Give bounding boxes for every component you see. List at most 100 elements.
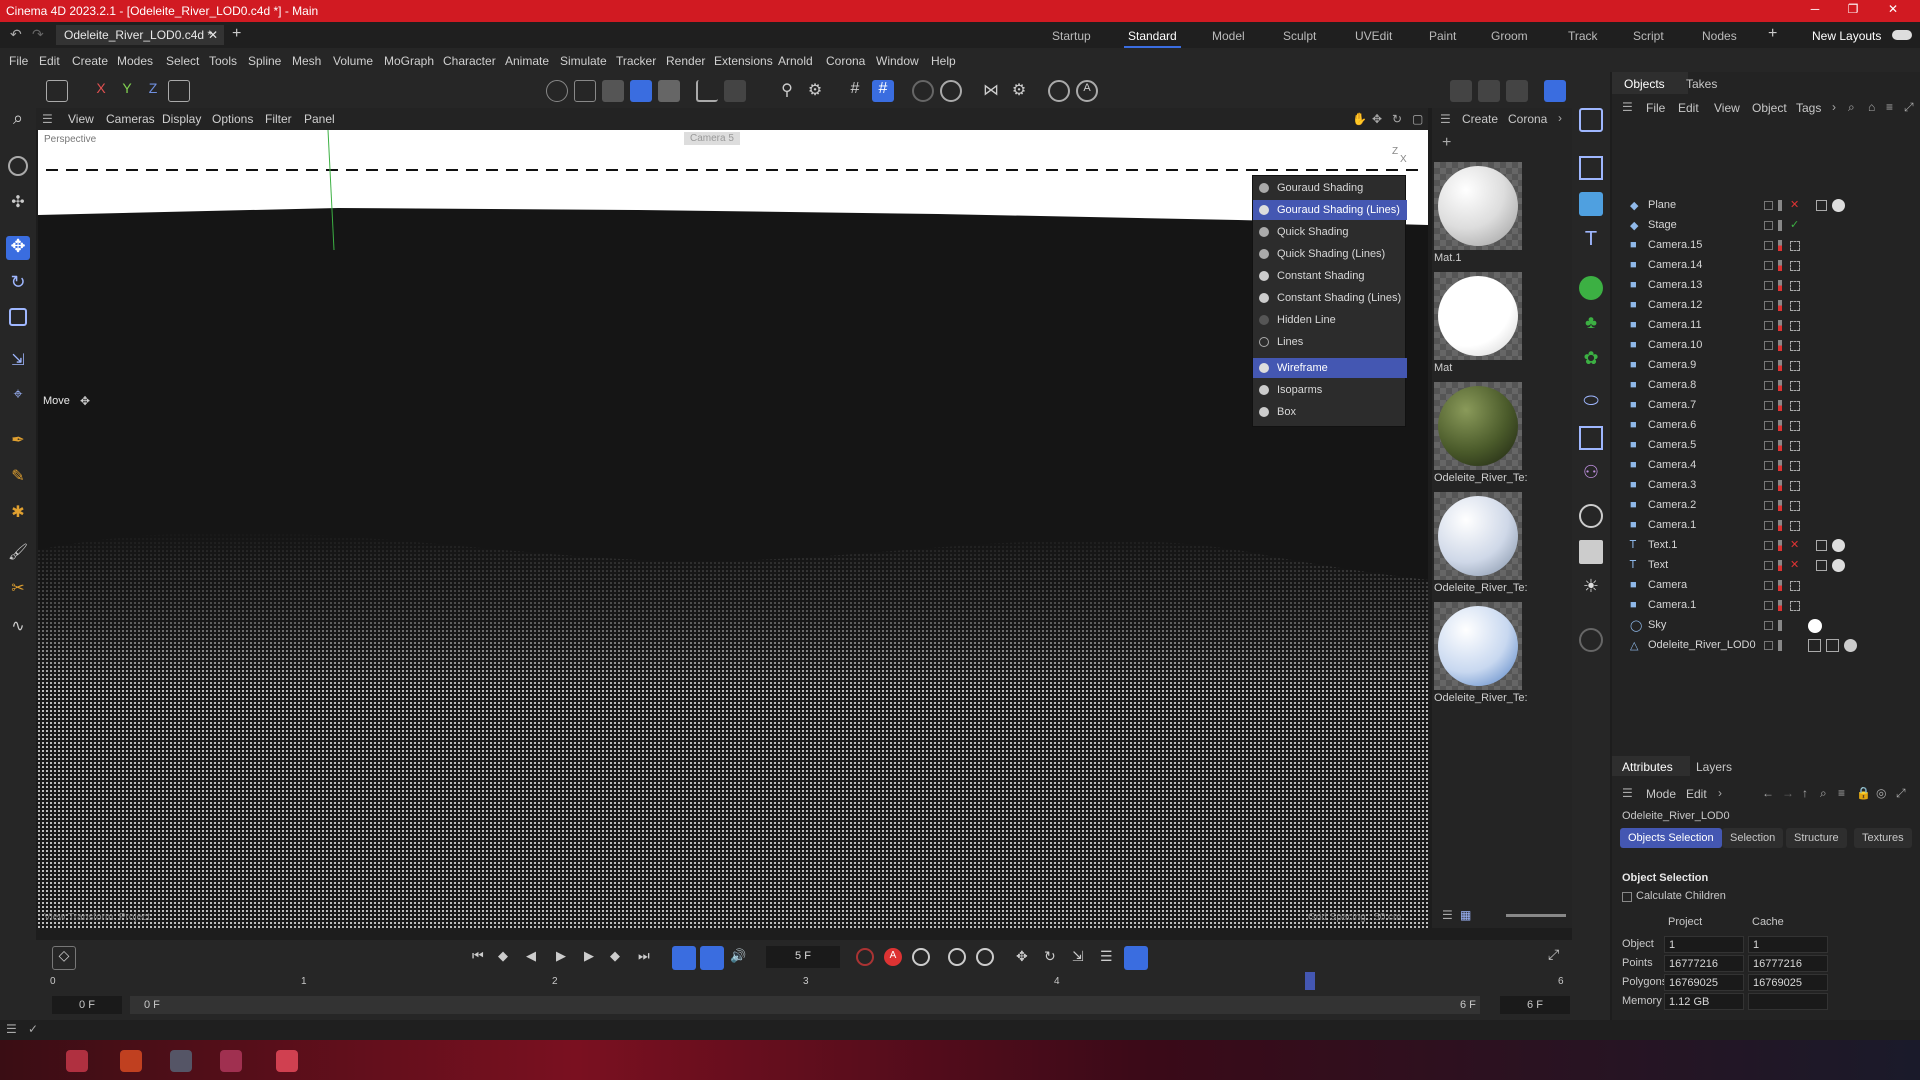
add-material-icon[interactable]: +: [1442, 134, 1451, 152]
visibility-dots-icon[interactable]: [1778, 400, 1782, 411]
menu-render[interactable]: Render: [666, 54, 705, 68]
visibility-dots-icon[interactable]: [1778, 620, 1782, 631]
object-row[interactable]: ■ Camera.6: [1612, 416, 1920, 436]
move-view-icon[interactable]: ✥: [1372, 112, 1382, 126]
object-row[interactable]: ■ Camera.4: [1612, 456, 1920, 476]
current-frame-field[interactable]: 5 F: [766, 946, 840, 968]
edit-visibility-icon[interactable]: [1764, 341, 1773, 350]
camera-target-tag-icon[interactable]: [1790, 501, 1800, 511]
uvw-tag-icon[interactable]: [1808, 639, 1821, 652]
arnold-icon[interactable]: [1048, 80, 1070, 102]
object-row[interactable]: ■ Camera.14: [1612, 256, 1920, 276]
param-key-icon[interactable]: ☰: [1100, 948, 1113, 965]
objects-filter-icon[interactable]: ≡: [1886, 100, 1893, 114]
phong-tag-icon[interactable]: [1826, 639, 1839, 652]
object-row[interactable]: ■ Camera.9: [1612, 356, 1920, 376]
snap-tool-icon[interactable]: ⌖: [6, 386, 30, 410]
viewport-menu-options[interactable]: Options: [212, 112, 253, 126]
attributes-expand-icon[interactable]: ⤢: [1896, 786, 1906, 801]
autokey-icon[interactable]: A: [884, 948, 902, 966]
timeline-ruler[interactable]: 0 1 2 3 4 5 6: [50, 972, 1564, 990]
modeling-settings-icon[interactable]: ⚙: [1008, 80, 1030, 102]
pen-disabled-icon[interactable]: [1579, 628, 1603, 652]
visibility-dots-icon[interactable]: [1778, 240, 1782, 251]
objects-menu-object[interactable]: Object: [1752, 101, 1787, 115]
object-row[interactable]: ◯ Sky: [1612, 616, 1920, 636]
interactive-render-icon[interactable]: [1544, 80, 1566, 102]
edit-visibility-icon[interactable]: [1764, 301, 1773, 310]
select-tool-icon[interactable]: ✣: [6, 192, 30, 216]
polygon-pen-icon[interactable]: ✱: [6, 502, 30, 526]
camera-target-tag-icon[interactable]: [1790, 521, 1800, 531]
add-layout-icon[interactable]: +: [1768, 25, 1777, 43]
edit-visibility-icon[interactable]: [1764, 521, 1773, 530]
goto-start-icon[interactable]: ⏮: [472, 948, 484, 964]
restore-icon[interactable]: ❐: [1838, 2, 1868, 20]
viewport-hamburger-icon[interactable]: ☰: [42, 112, 53, 126]
edit-visibility-icon[interactable]: [1764, 221, 1773, 230]
visibility-dots-icon[interactable]: [1778, 440, 1782, 451]
axis-x-lock[interactable]: X: [90, 80, 112, 102]
edit-visibility-icon[interactable]: [1764, 561, 1773, 570]
taskbar-app-icon[interactable]: [170, 1050, 192, 1072]
camera-target-tag-icon[interactable]: [1790, 461, 1800, 471]
subtab-structure[interactable]: Structure: [1786, 828, 1847, 848]
enabled-check-icon[interactable]: ✓: [1790, 218, 1799, 231]
brush-icon[interactable]: 🖌: [6, 542, 30, 566]
objects-menu-edit[interactable]: Edit: [1678, 101, 1699, 115]
menu-item-wireframe[interactable]: Wireframe: [1253, 358, 1407, 378]
edit-visibility-icon[interactable]: [1764, 421, 1773, 430]
move-tool-icon[interactable]: ✥: [6, 236, 30, 260]
edit-visibility-icon[interactable]: [1764, 381, 1773, 390]
edit-visibility-icon[interactable]: [1764, 321, 1773, 330]
layout-toggle[interactable]: [1892, 30, 1912, 40]
render-view-icon[interactable]: [1450, 80, 1472, 102]
material-mat[interactable]: Mat: [1434, 272, 1526, 374]
material-hamburger-icon[interactable]: ☰: [1440, 112, 1451, 126]
visibility-dots-icon[interactable]: [1778, 420, 1782, 431]
uv-mode-icon[interactable]: [658, 80, 680, 102]
objects-expand-icon[interactable]: ⤢: [1904, 100, 1914, 115]
play-icon[interactable]: ▶: [556, 948, 566, 964]
visibility-dots-icon[interactable]: [1778, 340, 1782, 351]
visibility-dots-icon[interactable]: [1778, 380, 1782, 391]
material-river-texture-2[interactable]: Odeleite_River_Te:: [1434, 492, 1528, 594]
keyframe-selection-icon[interactable]: [912, 948, 930, 966]
field-icon[interactable]: ⬭: [1579, 390, 1603, 414]
keyframe-icon[interactable]: ◇: [52, 946, 76, 970]
environment-icon[interactable]: [1579, 504, 1603, 528]
coordinate-system-icon[interactable]: [168, 80, 190, 102]
object-row[interactable]: ■ Camera.8: [1612, 376, 1920, 396]
polygons-mode-icon[interactable]: [602, 80, 624, 102]
active-camera-badge[interactable]: Camera 5: [684, 132, 740, 145]
minimize-icon[interactable]: ─: [1800, 2, 1830, 20]
viewport-menu-cameras[interactable]: Cameras: [106, 112, 155, 126]
object-row[interactable]: △ Odeleite_River_LOD0: [1612, 636, 1920, 656]
menu-item-gouraud-shading-lines[interactable]: Gouraud Shading (Lines): [1253, 200, 1407, 220]
menu-corona[interactable]: Corona: [826, 54, 865, 68]
calculate-children-checkbox[interactable]: [1622, 892, 1632, 902]
camera-target-tag-icon[interactable]: [1790, 401, 1800, 411]
end-frame-field[interactable]: 6 F: [1500, 996, 1570, 1014]
visibility-dots-icon[interactable]: [1778, 320, 1782, 331]
taskbar-app-icon[interactable]: [120, 1050, 142, 1072]
mograph-icon[interactable]: ♣: [1579, 312, 1603, 336]
volume-icon[interactable]: [1579, 426, 1603, 450]
camera-target-tag-icon[interactable]: [1790, 341, 1800, 351]
menu-tools[interactable]: Tools: [209, 54, 237, 68]
material-mat1[interactable]: Mat.1: [1434, 162, 1526, 264]
objects-menu-file[interactable]: File: [1646, 101, 1665, 115]
menu-arnold[interactable]: Arnold: [778, 54, 813, 68]
visibility-dots-icon[interactable]: [1778, 560, 1782, 571]
camera-target-tag-icon[interactable]: [1790, 581, 1800, 591]
material-menu-create[interactable]: Create: [1462, 112, 1498, 126]
menu-help[interactable]: Help: [931, 54, 956, 68]
menu-file[interactable]: File: [9, 54, 28, 68]
tab-takes[interactable]: Takes: [1686, 77, 1717, 91]
camera-target-tag-icon[interactable]: [1790, 301, 1800, 311]
edit-visibility-icon[interactable]: [1764, 241, 1773, 250]
material-tag-icon[interactable]: [1832, 539, 1845, 552]
viewport-menu-display[interactable]: Display: [162, 112, 201, 126]
viewport-menu-panel[interactable]: Panel: [304, 112, 335, 126]
camera-target-tag-icon[interactable]: [1790, 381, 1800, 391]
